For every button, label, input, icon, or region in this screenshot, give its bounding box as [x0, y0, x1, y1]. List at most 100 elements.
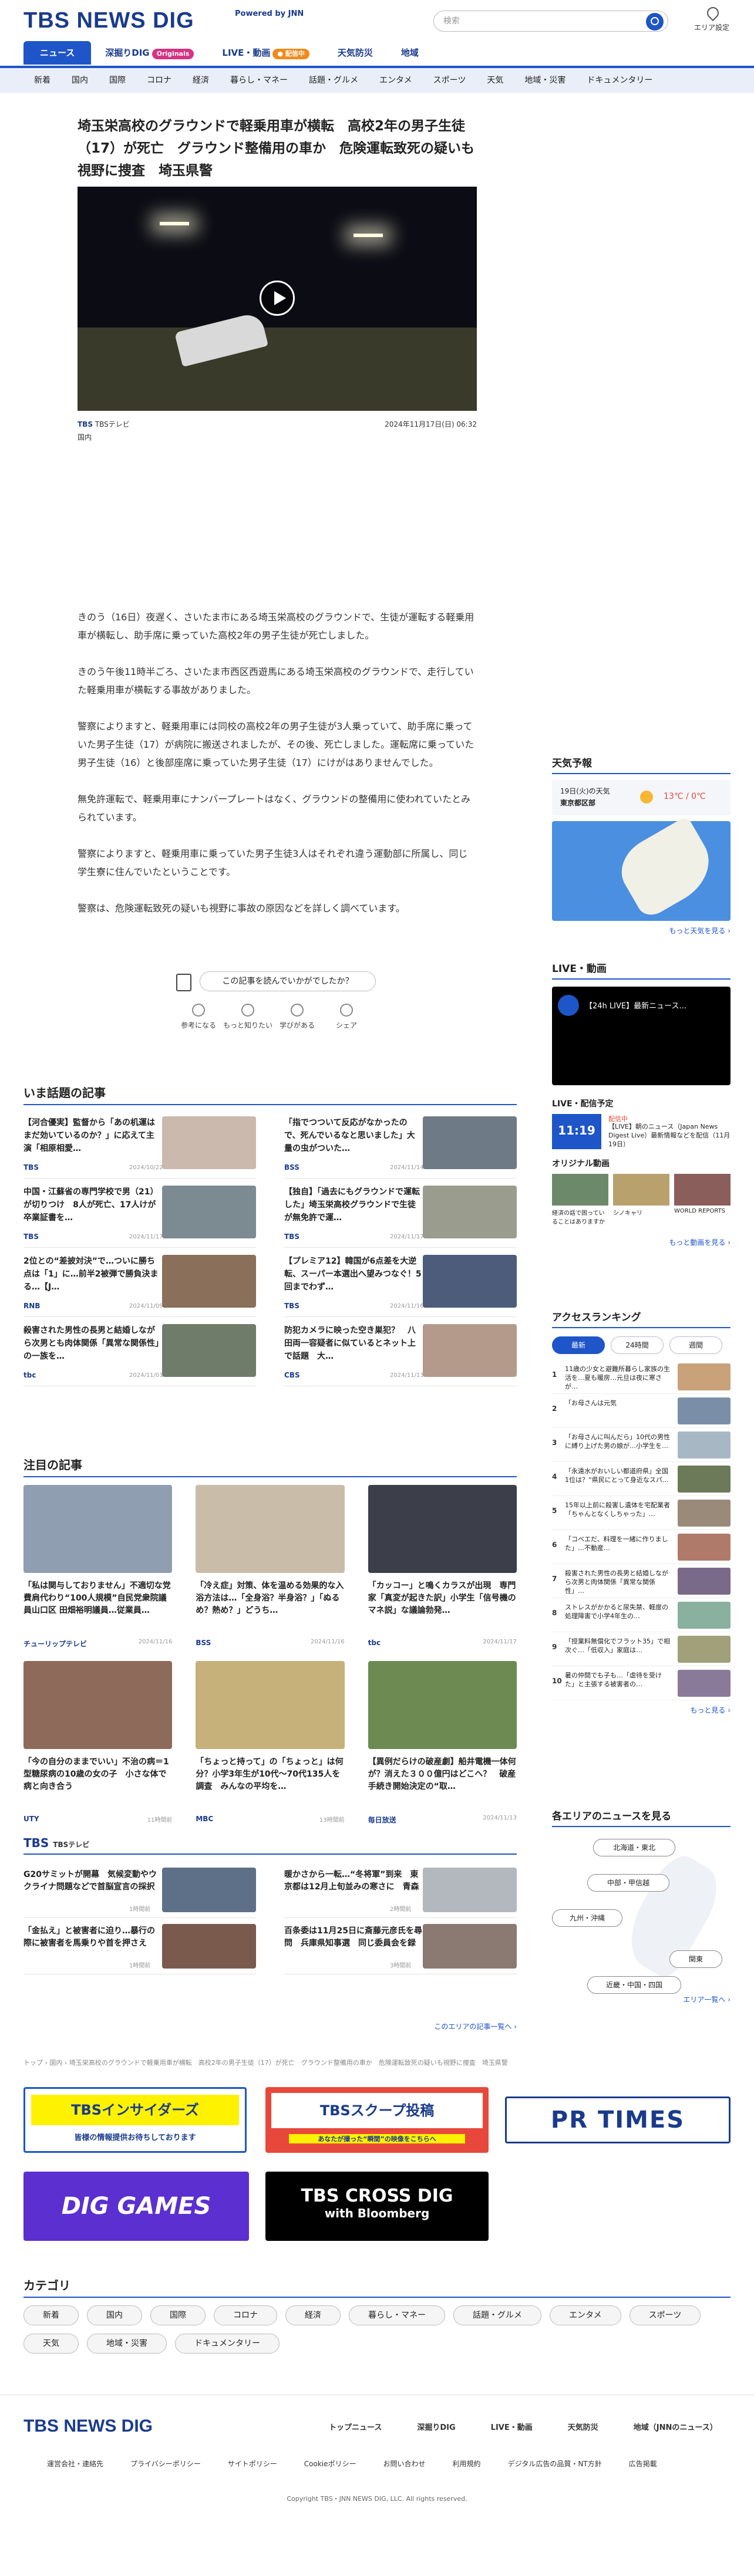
ranking-tab-24h[interactable]: 24時間 — [611, 1336, 664, 1354]
area-button[interactable]: 九州・沖縄 — [552, 1909, 622, 1927]
weather-map[interactable] — [552, 815, 731, 921]
footer-link[interactable]: サイトポリシー — [228, 2459, 277, 2469]
list-item[interactable]: 2位との“差披対決”で…ついに勝ち点は「1」に…前半2被弾で勝負決まる…【J… R… — [23, 1248, 256, 1317]
ranking-tab-latest[interactable]: 最新 — [552, 1336, 605, 1354]
live-video-player[interactable]: 【24h LIVE】最新ニュース... — [552, 987, 731, 1085]
category-link[interactable]: 国内 — [61, 68, 99, 93]
category-link[interactable]: 暮らし・マネー — [220, 68, 298, 93]
category-link[interactable]: 経済 — [182, 68, 220, 93]
category-tag[interactable]: 国際 — [150, 2305, 206, 2325]
featured-card[interactable]: 「カッコー」と鳴くカラスが出現 専門家「真変が起きた訳」小学生「信号機のマネ説」… — [368, 1485, 517, 1661]
banner-insiders[interactable]: TBSインサイダーズ 皆様の情報提供お待ちしております — [23, 2087, 247, 2153]
featured-card[interactable]: 「ちょっと持って」の「ちょっと」は何分？小学3年生が10代〜70代135人を調査… — [196, 1661, 345, 1837]
ranking-item[interactable]: 3 「お母さんに叫んだら」10代の男性に縛り上げた男の娘が…小学生を… — [552, 1428, 731, 1462]
category-tag[interactable]: 地域・災害 — [87, 2334, 167, 2354]
footer-link[interactable]: 利用規約 — [453, 2459, 481, 2469]
ranking-more-link[interactable]: もっと見る › — [552, 1705, 731, 1715]
list-item[interactable]: 中国・江蘇省の専門学校で男（21）が切りつけ 8人が死亡、17人けが 卒業証書を… — [23, 1179, 256, 1248]
list-item[interactable]: 防犯カメラに映った空き巣犯？ 八田両一容疑者に似ているとネット上で話題 大… CB… — [284, 1317, 517, 1386]
category-tag[interactable]: エンタメ — [550, 2305, 621, 2325]
tab-weather[interactable]: 天気防災 — [324, 41, 387, 65]
area-setting-button[interactable]: エリア設定 — [688, 7, 735, 32]
footer-link[interactable]: デジタル広告の品質・NT方針 — [508, 2459, 602, 2469]
list-item[interactable]: 百条委は11月25日に斎藤元彦氏を尋問 兵庫県知事選 同じ委員会を録画ありでもや… — [284, 1918, 517, 1974]
original-card[interactable]: 経済の話で困っていることはありますか — [552, 1174, 608, 1231]
footer-link[interactable]: お問い合わせ — [383, 2459, 426, 2469]
featured-card[interactable]: 「今の自分のままでいい」不治の病＝1型糖尿病の10歳の女の子 小さな体で病と向き… — [23, 1661, 173, 1837]
article-video-player[interactable] — [78, 187, 477, 411]
list-item[interactable]: 「指でつついて反応がなかったので、死んでいるなと思いました」大量の虫がついた… B… — [284, 1109, 517, 1179]
footer-link[interactable]: プライバシーポリシー — [130, 2459, 201, 2469]
reaction-helpful-button[interactable]: 参考になる — [174, 1004, 223, 1030]
footer-link[interactable]: トップニュース — [329, 2421, 382, 2432]
footer-link[interactable]: 深掘りDIG — [417, 2421, 455, 2432]
original-card[interactable]: WORLD REPORTS — [674, 1174, 731, 1231]
category-link[interactable]: 地域・災害 — [514, 68, 576, 93]
list-item[interactable]: 【河合優実】監督から「あの机運はまだ効いているのか？」に応えて主演「相原相愛… T… — [23, 1109, 256, 1179]
tab-news[interactable]: ニュース — [23, 41, 92, 65]
area-button[interactable]: 近畿・中国・四国 — [587, 1976, 681, 1994]
featured-card[interactable]: 【異例だらけの破産劇】船井電機一体何が？消えた３００億円はどこへ？ 破産手続き開… — [368, 1661, 517, 1837]
featured-card[interactable]: 「私は関与しておりません」不適切な党費肩代わり“100人規模”自民党衆院議員山口… — [23, 1485, 173, 1661]
reaction-learn-button[interactable]: 学びがある — [272, 1004, 322, 1030]
originals-more-link[interactable]: もっと動画を見る › — [552, 1237, 731, 1247]
article-category[interactable]: 国内 — [78, 432, 92, 442]
weather-summary[interactable]: 19日(火)の天気 東京都区部 13℃ / 0℃ — [552, 780, 731, 815]
ranking-item[interactable]: 1 11歳の少女と避難所暮らし家族の生活を…夏も暖房…元旦は夜に寒さが… — [552, 1360, 731, 1394]
ranking-item[interactable]: 8 ストレスがかかると尿失禁、軽度の処理障害で小学4年生の… — [552, 1598, 731, 1632]
category-link[interactable]: 新着 — [23, 68, 61, 93]
area-button[interactable]: 中部・甲信越 — [587, 1874, 669, 1892]
category-link[interactable]: エンタメ — [369, 68, 423, 93]
category-tag[interactable]: スポーツ — [629, 2305, 701, 2325]
featured-card[interactable]: 「冷え症」対策、体を温める効果的な入浴方法は…「全身浴？半身浴？」「ぬるめ？熱め… — [196, 1485, 345, 1661]
footer-link[interactable]: Cookieポリシー — [304, 2459, 356, 2469]
list-item[interactable]: 【プレミア12】韓国が6点差を大逆転、スーパー本選出へ望みつなぐ！5回までわず…… — [284, 1248, 517, 1317]
tab-area[interactable]: 地域 — [387, 41, 433, 65]
category-tag[interactable]: 国内 — [87, 2305, 142, 2325]
category-link[interactable]: 話題・グルメ — [298, 68, 369, 93]
ranking-item[interactable]: 4 「永遠水がおいしい都道府県」全国1位は？“県民にとって身近なスパ… — [552, 1462, 731, 1496]
category-link[interactable]: コロナ — [136, 68, 182, 93]
tab-dig[interactable]: 深掘りDIG Originals — [91, 41, 208, 65]
banner-dig-games[interactable]: DIG GAMES — [23, 2172, 249, 2241]
banner-prtimes[interactable]: PR TIMES — [505, 2096, 731, 2143]
ranking-item[interactable]: 7 殺害された男性の長男と結婚しながら次男と肉体関係「異常な関係性」… — [552, 1564, 731, 1598]
ranking-item[interactable]: 5 15年以上前に殺害し遺体を宅配業者「ちゃんとなくしちゃった」… — [552, 1496, 731, 1530]
site-logo[interactable]: TBS NEWS DIG — [23, 8, 194, 33]
category-tag[interactable]: 新着 — [23, 2305, 79, 2325]
category-tag[interactable]: コロナ — [214, 2305, 277, 2325]
area-button[interactable]: 関東 — [669, 1950, 722, 1968]
footer-link[interactable]: 地域（JNNのニュース） — [634, 2421, 718, 2432]
list-item[interactable]: 殺害された男性の長男と結婚しながら次男とも肉体関係「異常な関係性」の一族を… tb… — [23, 1317, 256, 1386]
ranking-item[interactable]: 2 「お母さんは元気 — [552, 1394, 731, 1428]
reaction-more-button[interactable]: もっと知りたい — [223, 1004, 272, 1030]
category-link[interactable]: 天気 — [476, 68, 514, 93]
footer-logo[interactable]: TBS NEWS DIG — [23, 2416, 153, 2436]
footer-link[interactable]: LIVE・動画 — [491, 2421, 533, 2432]
play-icon[interactable] — [260, 281, 295, 316]
list-item[interactable]: G20サミットが開幕 気候変動やウクライナ問題などで首脳宣言の採択目指す 1時間前 — [23, 1862, 256, 1918]
footer-link[interactable]: 広告掲載 — [629, 2459, 657, 2469]
search-input[interactable]: 検索 — [433, 11, 668, 32]
category-link[interactable]: ドキュメンタリー — [576, 68, 663, 93]
category-tag[interactable]: 経済 — [285, 2305, 341, 2325]
areas-more-link[interactable]: エリア一覧へ › — [552, 1994, 731, 2004]
footer-link[interactable]: 天気防災 — [568, 2421, 598, 2432]
schedule-item[interactable]: 11:19 配信中 【LIVE】朝のニュース（Japan News Digest… — [552, 1114, 731, 1155]
ranking-item[interactable]: 9 「授業料無償化でフラット35」で相次ぐ…「低収入」家庭は… — [552, 1632, 731, 1666]
category-link[interactable]: スポーツ — [423, 68, 477, 93]
ranking-item[interactable]: 10 暑の仲間でも子も…「虐待を受けた」と主張する被害者の… — [552, 1666, 731, 1700]
category-tag[interactable]: ドキュメンタリー — [175, 2334, 280, 2354]
tab-live[interactable]: LIVE・動画 ● 配信中 — [208, 41, 323, 65]
ranking-item[interactable]: 6 「コベエだ、料理を一緒に作りました」…不動産… — [552, 1530, 731, 1564]
ranking-tab-weekly[interactable]: 週間 — [669, 1336, 722, 1354]
area-button[interactable]: 北海道・東北 — [593, 1839, 675, 1856]
search-icon[interactable] — [646, 13, 664, 31]
footer-link[interactable]: 運営会社・連絡先 — [47, 2459, 103, 2469]
local-more-link[interactable]: このエリアの記事一覧へ › — [399, 2021, 517, 2031]
banner-scoop[interactable]: TBSスクープ投稿 あなたが撮った“瞬間”の映像をこちらへ — [265, 2087, 489, 2153]
list-item[interactable]: 暖かさから一転…“冬将軍”到来 東京都は12月上旬並みの寒さに 青森県内では積雪… — [284, 1862, 517, 1918]
share-button[interactable]: シェア — [322, 1004, 371, 1030]
list-item[interactable]: 「金払え」と被害者に迫り…暴行の際に被害者を馬乗りや首を押さえ 強盗などの容疑で… — [23, 1918, 256, 1974]
category-link[interactable]: 国際 — [99, 68, 136, 93]
